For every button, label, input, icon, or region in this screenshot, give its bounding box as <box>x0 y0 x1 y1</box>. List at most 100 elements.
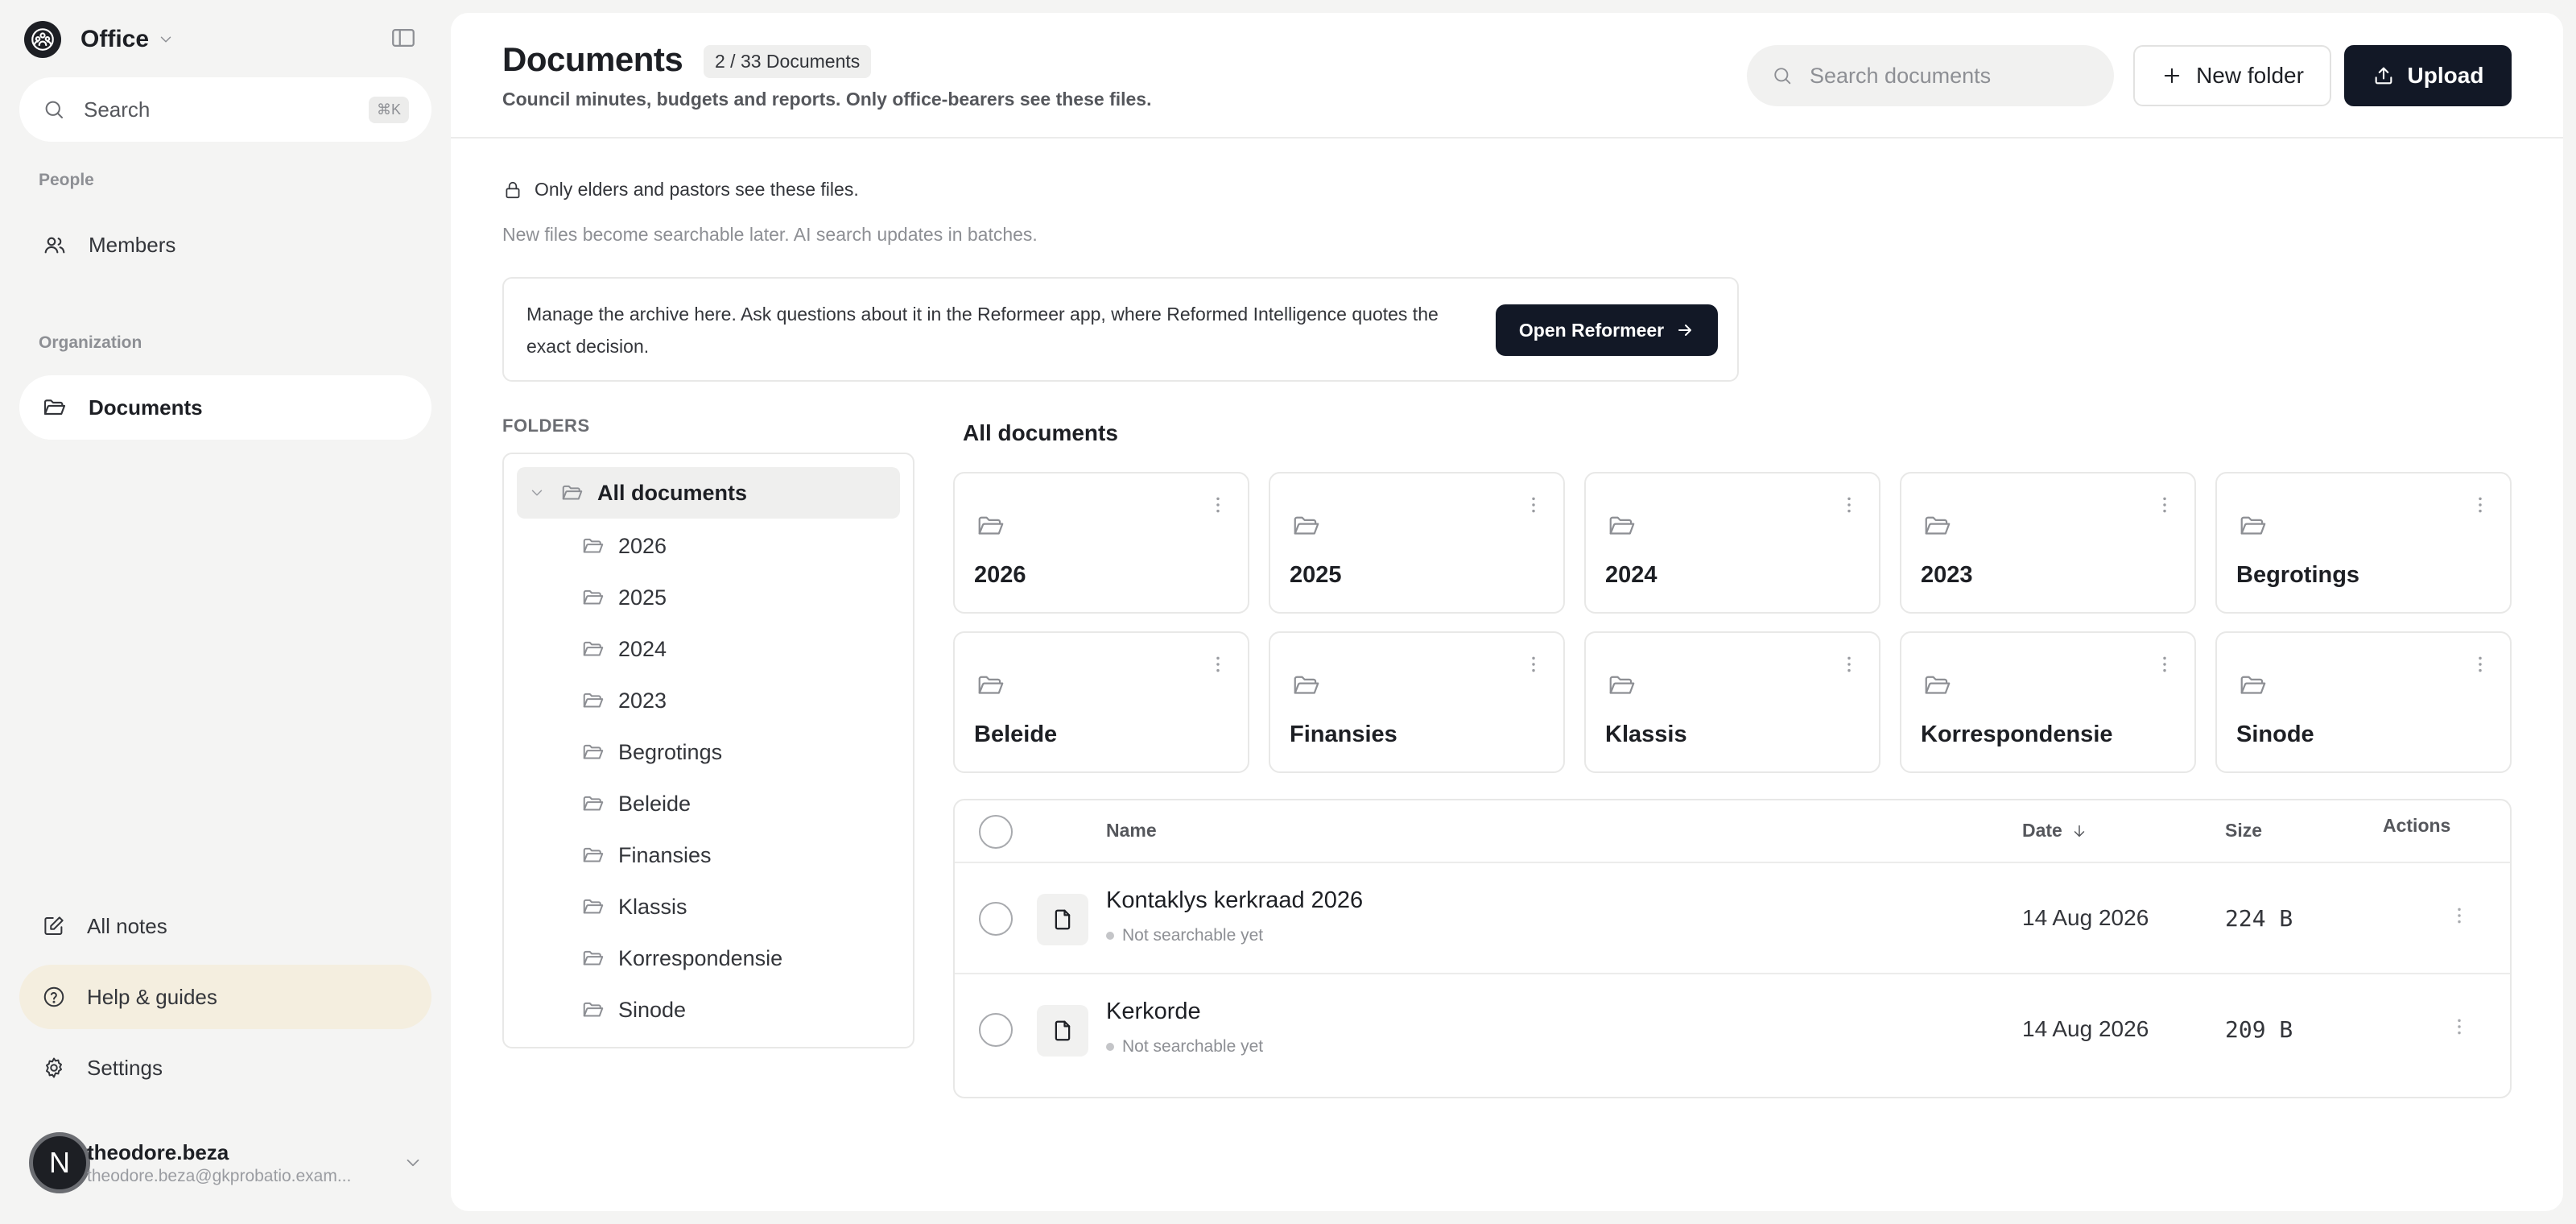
folder-card[interactable]: Klassis <box>1584 631 1880 773</box>
more-vertical-icon[interactable] <box>2449 905 2470 926</box>
user-email: theodore.beza@gkprobatio.exam... <box>87 1166 352 1185</box>
arrow-down-icon <box>2074 825 2085 837</box>
folder-tree-item[interactable]: Beleide <box>581 781 691 826</box>
more-vertical-icon[interactable] <box>1523 654 1544 675</box>
more-vertical-icon[interactable] <box>1839 494 1860 515</box>
folder-icon <box>976 670 1006 701</box>
folder-tree-item[interactable]: Begrotings <box>581 730 722 775</box>
file-icon <box>1037 894 1088 945</box>
folder-card[interactable]: 2024 <box>1584 472 1880 614</box>
access-notice: Only elders and pastors see these files. <box>502 179 859 201</box>
table-row[interactable]: Kontaklys kerkraad 2026 Not searchable y… <box>955 863 2510 974</box>
more-vertical-icon[interactable] <box>2470 494 2491 515</box>
upload-button[interactable]: Upload <box>2344 45 2512 106</box>
file-size: 224 B <box>2225 905 2293 932</box>
folder-card[interactable]: Begrotings <box>2215 472 2512 614</box>
folder-tree-item-label: Begrotings <box>618 739 723 764</box>
more-vertical-icon[interactable] <box>1839 654 1860 675</box>
folder-tree-root[interactable]: All documents <box>517 467 900 519</box>
document-count-badge: 2 / 33 Documents <box>704 45 872 78</box>
folder-card-name: 2026 <box>974 562 1026 588</box>
open-reformeer-button[interactable]: Open Reformeer <box>1496 304 1718 356</box>
column-header-actions: Actions <box>2383 815 2451 836</box>
folder-tree-item[interactable]: Finansies <box>581 833 712 878</box>
folder-card[interactable]: Beleide <box>953 631 1249 773</box>
file-status: Not searchable yet <box>1106 926 1263 945</box>
folder-card[interactable]: 2025 <box>1269 472 1565 614</box>
folder-tree-item[interactable]: 2024 <box>581 626 667 672</box>
folder-tree-item[interactable]: Sinode <box>581 987 686 1032</box>
upload-icon <box>2375 67 2392 85</box>
sidebar-item-members[interactable]: Members <box>19 213 431 277</box>
sidebar-item-documents[interactable]: Documents <box>19 375 431 440</box>
search-input[interactable] <box>1810 63 2095 89</box>
folder-tree-item[interactable]: 2026 <box>581 523 667 569</box>
more-vertical-icon[interactable] <box>2449 1016 2470 1037</box>
folders-section-label: FOLDERS <box>502 416 590 436</box>
page-header: Documents 2 / 33 Documents Council minut… <box>451 13 2563 139</box>
folder-card-name: Begrotings <box>2236 562 2360 588</box>
new-folder-label: New folder <box>2196 63 2304 88</box>
select-all-checkbox[interactable] <box>979 815 1013 849</box>
users-icon <box>42 232 68 258</box>
sidebar-toggle-icon[interactable] <box>390 24 417 52</box>
folder-tree-item-label: 2023 <box>618 688 667 713</box>
folder-card[interactable]: Korrespondensie <box>1900 631 2196 773</box>
more-vertical-icon[interactable] <box>1523 494 1544 515</box>
workspace-name: Office <box>80 26 150 52</box>
folder-tree-item-label: Korrespondensie <box>618 945 783 970</box>
user-name: theodore.beza <box>87 1139 229 1164</box>
column-header-date[interactable]: Date <box>2022 820 2088 842</box>
column-header-name[interactable]: Name <box>1106 820 1157 842</box>
folder-tree-item-label: Finansies <box>618 842 712 867</box>
status-dot <box>1106 932 1114 940</box>
file-name[interactable]: Kerkorde <box>1106 999 1201 1025</box>
people-section-label: People <box>39 171 94 189</box>
folder-tree-item-label: 2024 <box>618 636 667 661</box>
more-vertical-icon[interactable] <box>2470 654 2491 675</box>
sidebar-item-settings[interactable]: Settings <box>19 1036 431 1100</box>
folder-icon <box>1291 670 1322 701</box>
reformeer-banner: Manage the archive here. Ask questions a… <box>502 277 1739 382</box>
user-info: theodore.beza theodore.beza@gkprobatio.e… <box>85 1140 375 1186</box>
upload-label: Upload <box>2407 63 2484 88</box>
folder-icon <box>583 693 604 708</box>
row-checkbox[interactable] <box>979 1013 1013 1047</box>
more-vertical-icon[interactable] <box>2154 654 2175 675</box>
documents-table: Name Date Size Actions Kontaklys kerkraa… <box>953 799 2512 1098</box>
search-shortcut-badge: ⌘K <box>368 96 409 123</box>
chevron-down-icon <box>157 31 175 48</box>
workspace-switcher[interactable]: Office <box>24 19 175 60</box>
folder-tree-item-label: Beleide <box>618 791 691 816</box>
folder-tree-item[interactable]: Klassis <box>581 884 687 929</box>
folder-open-icon <box>560 481 584 505</box>
folder-card[interactable]: Sinode <box>2215 631 2512 773</box>
folder-tree-item[interactable]: Korrespondensie <box>581 936 782 981</box>
folder-tree-item-label: Sinode <box>618 997 687 1022</box>
folder-tree-item[interactable]: 2025 <box>581 575 667 620</box>
file-status: Not searchable yet <box>1106 1037 1263 1057</box>
row-checkbox[interactable] <box>979 902 1013 936</box>
more-vertical-icon[interactable] <box>2154 494 2175 515</box>
folder-icon <box>1291 511 1322 541</box>
document-search[interactable] <box>1747 45 2114 106</box>
file-name[interactable]: Kontaklys kerkraad 2026 <box>1106 887 1363 914</box>
more-vertical-icon[interactable] <box>1208 654 1228 675</box>
sidebar-item-help[interactable]: Help & guides <box>19 965 431 1029</box>
chevron-down-icon[interactable] <box>528 484 546 502</box>
folder-card[interactable]: 2023 <box>1900 472 2196 614</box>
folder-card[interactable]: 2026 <box>953 472 1249 614</box>
folder-tree-item-label: Klassis <box>618 894 687 919</box>
folder-open-icon <box>42 395 68 420</box>
sidebar-search-button[interactable]: Search ⌘K <box>19 77 431 142</box>
folder-tree-item[interactable]: 2023 <box>581 678 667 723</box>
column-header-size[interactable]: Size <box>2225 820 2262 842</box>
folder-card[interactable]: Finansies <box>1269 631 1565 773</box>
more-vertical-icon[interactable] <box>1208 494 1228 515</box>
user-menu[interactable]: N theodore.beza theodore.beza@gkprobatio… <box>29 1132 431 1193</box>
table-row[interactable]: Kerkorde Not searchable yet 14 Aug 2026 … <box>955 974 2510 1085</box>
new-folder-button[interactable]: New folder <box>2133 45 2331 106</box>
sidebar-item-label: All notes <box>87 913 167 938</box>
sidebar-item-all-notes[interactable]: All notes <box>19 894 431 958</box>
folder-card-name: Sinode <box>2236 722 2314 747</box>
